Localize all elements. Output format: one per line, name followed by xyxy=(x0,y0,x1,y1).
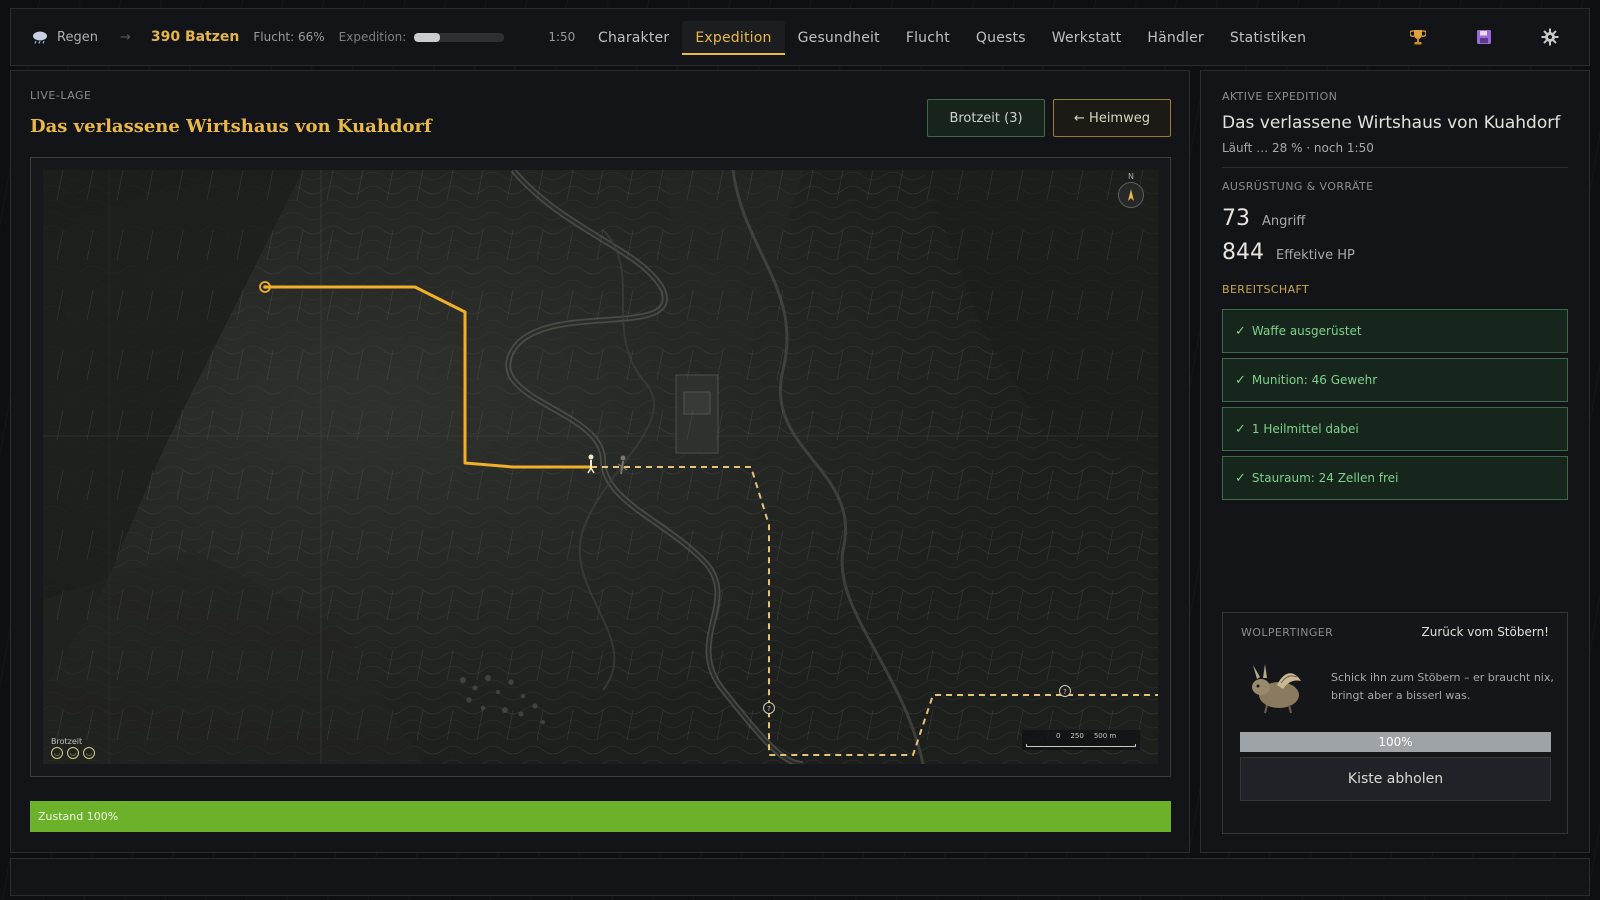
brotzeit-token-icon: ◡ xyxy=(83,747,95,759)
map-scale: 0 250 500 m xyxy=(1022,730,1140,750)
toolbar-icons xyxy=(1407,26,1561,48)
active-expedition-status: Läuft … 28 % · noch 1:50 xyxy=(1222,141,1374,155)
condition-bar: Zustand 100% xyxy=(30,801,1171,832)
svg-text:?: ? xyxy=(1063,688,1067,696)
check-healing: ✓ 1 Heilmittel dabei xyxy=(1222,407,1568,451)
expedition-progress-bar xyxy=(414,32,505,42)
scale-label: 250 xyxy=(1070,732,1084,740)
expedition-title: Das verlassene Wirtshaus von Kuahdorf xyxy=(30,116,432,137)
expedition-map[interactable]: ? ? N Brotzeit ◡ ◡ ◡ 0 250 500 m xyxy=(43,170,1158,764)
tab-charakter[interactable]: Charakter xyxy=(585,21,682,55)
attack-stat: 73 Angriff xyxy=(1222,206,1305,231)
checkmark-icon: ✓ xyxy=(1235,372,1246,388)
attack-label: Angriff xyxy=(1262,214,1306,229)
readiness-label: BEREITSCHAFT xyxy=(1222,283,1310,296)
rain-cloud-icon xyxy=(31,30,49,44)
save-icon[interactable] xyxy=(1473,26,1495,48)
svg-text:?: ? xyxy=(767,705,771,713)
map-frame: ? ? N Brotzeit ◡ ◡ ◡ 0 250 500 m xyxy=(30,157,1171,777)
expedition-label: Expedition: xyxy=(338,30,407,44)
hp-label: Effektive HP xyxy=(1276,248,1355,263)
tab-expedition[interactable]: Expedition xyxy=(682,21,785,55)
expedition-time: 1:50 xyxy=(548,30,576,44)
brotzeit-token-icon: ◡ xyxy=(51,747,63,759)
hp-stat: 844 Effektive HP xyxy=(1222,240,1355,265)
check-ammo: ✓ Munition: 46 Gewehr xyxy=(1222,358,1568,402)
gear-icon[interactable] xyxy=(1539,26,1561,48)
check-storage: ✓ Stauraum: 24 Zellen frei xyxy=(1222,456,1568,500)
status-strip: Regen → 390 Batzen Flucht: 66% Expeditio… xyxy=(11,29,575,45)
sidebar: AKTIVE EXPEDITION Das verlassene Wirtsha… xyxy=(1200,70,1590,853)
condition-label: Zustand 100% xyxy=(38,810,119,823)
checkmark-icon: ✓ xyxy=(1235,421,1246,437)
brotzeit-counter: ◡ ◡ ◡ xyxy=(51,747,95,759)
brotzeit-button[interactable]: Brotzeit (3) xyxy=(927,99,1045,137)
bottom-strip xyxy=(10,858,1590,896)
live-panel: LIVE-LAGE Das verlassene Wirtshaus von K… xyxy=(10,70,1190,853)
flucht-chance: Flucht: 66% xyxy=(253,30,325,44)
check-label: Munition: 46 Gewehr xyxy=(1251,373,1378,387)
currency-batzen: 390 Batzen xyxy=(150,29,240,45)
heimweg-button[interactable]: ← Heimweg xyxy=(1053,99,1171,137)
tab-gesundheit[interactable]: Gesundheit xyxy=(785,21,893,55)
check-weapon: ✓ Waffe ausgerüstet xyxy=(1222,309,1568,353)
scale-label: 500 m xyxy=(1093,732,1117,740)
checkmark-icon: ✓ xyxy=(1235,470,1246,486)
scale-bar xyxy=(1026,744,1136,747)
tab-flucht[interactable]: Flucht xyxy=(893,21,963,55)
check-label: 1 Heilmittel dabei xyxy=(1251,422,1359,436)
compass-north-label: N xyxy=(1128,172,1134,181)
checkmark-icon: ✓ xyxy=(1235,323,1246,339)
active-expedition-title: Das verlassene Wirtshaus von Kuahdorf xyxy=(1222,113,1561,133)
wolpertinger-progress-bar: 100% xyxy=(1240,732,1551,752)
divider xyxy=(1222,167,1568,168)
brotzeit-mini-label: Brotzeit xyxy=(51,737,83,746)
condition-fill xyxy=(30,801,1171,832)
weather-indicator: Regen xyxy=(31,30,98,45)
expedition-progress-fill xyxy=(414,32,440,42)
terrain-map: ? ? xyxy=(43,170,1158,764)
tab-statistiken[interactable]: Statistiken xyxy=(1217,21,1319,55)
equipment-label: AUSRÜSTUNG & VORRÄTE xyxy=(1222,180,1374,193)
weather-label: Regen xyxy=(57,29,98,45)
check-label: Stauraum: 24 Zellen frei xyxy=(1251,471,1399,485)
tab-haendler[interactable]: Händler xyxy=(1134,21,1217,55)
tab-quests[interactable]: Quests xyxy=(963,21,1039,55)
top-bar: Regen → 390 Batzen Flucht: 66% Expeditio… xyxy=(10,8,1590,66)
live-label: LIVE-LAGE xyxy=(30,89,92,102)
check-label: Waffe ausgerüstet xyxy=(1251,324,1362,338)
wolpertinger-description: Schick ihn zum Stöbern – er braucht nix,… xyxy=(1331,671,1554,702)
active-expedition-label: AKTIVE EXPEDITION xyxy=(1222,90,1338,103)
arrow-separator: → xyxy=(119,29,131,45)
tab-werkstatt[interactable]: Werkstatt xyxy=(1039,21,1135,55)
main-nav: Charakter Expedition Gesundheit Flucht Q… xyxy=(585,9,1319,67)
hp-value: 844 xyxy=(1222,240,1264,265)
brotzeit-token-icon: ◡ xyxy=(67,747,79,759)
wolpertinger-icon xyxy=(1247,661,1309,717)
scale-label: 0 xyxy=(1056,732,1061,740)
attack-value: 73 xyxy=(1222,206,1250,231)
trophy-icon[interactable] xyxy=(1407,26,1429,48)
collect-chest-button[interactable]: Kiste abholen xyxy=(1240,757,1551,801)
wolpertinger-status: Zurück vom Stöbern! xyxy=(1421,625,1549,639)
wolpertinger-panel: WOLPERTINGER Zurück vom Stöbern! Schick … xyxy=(1222,612,1568,834)
wolpertinger-progress-label: 100% xyxy=(1378,735,1413,749)
wolpertinger-label: WOLPERTINGER xyxy=(1241,626,1334,639)
compass-icon[interactable] xyxy=(1118,182,1144,208)
